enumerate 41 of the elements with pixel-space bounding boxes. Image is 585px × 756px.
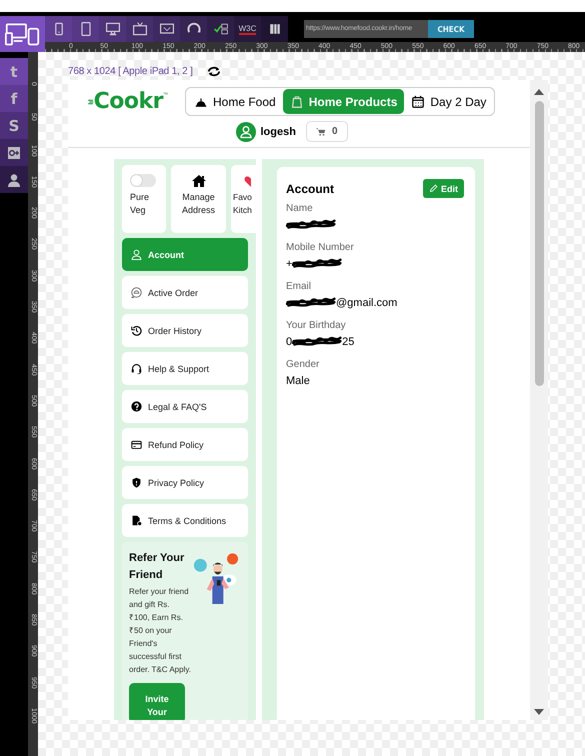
quick-card[interactable]: Manage Address — [171, 165, 226, 233]
card-label: Favo Kitch — [233, 191, 253, 217]
cart-button[interactable]: 0 — [306, 121, 348, 142]
field-value: @gmail.com — [336, 297, 398, 309]
field-value: 0 — [286, 336, 292, 348]
menu-item[interactable]: Refund Policy — [122, 428, 248, 461]
nav-tab[interactable]: Day 2 Day — [404, 89, 494, 114]
field-label: Your Birthday — [286, 319, 347, 333]
refer-text: Refer your friend and gift Rs. ₹100, Earn Rs. ₹50 on your Friend's successful first order. T&C Apply. — [129, 586, 191, 676]
menu-item[interactable]: Terms & Conditions — [122, 504, 248, 537]
field-label: Gender — [286, 358, 320, 372]
edit-button[interactable]: Edit — [423, 179, 464, 198]
quick-card[interactable]: Pure Veg — [122, 165, 166, 233]
social-button[interactable]: f — [0, 85, 28, 112]
user-name[interactable]: logesh — [260, 126, 296, 138]
social-button[interactable]: S — [0, 112, 28, 139]
account-title: Account — [286, 182, 334, 196]
logo-text[interactable]: Cookr — [94, 89, 163, 114]
menu-item[interactable]: Legal & FAQ'S — [122, 390, 248, 423]
menu-item[interactable]: Help & Support — [122, 352, 248, 385]
field-label: Name — [286, 202, 314, 216]
device-size-label: 768 x 1024 [ Apple iPad 1, 2 ] — [68, 66, 193, 77]
field-label: Mobile Number — [286, 241, 355, 255]
field-value: 25 — [342, 336, 354, 348]
card-label: Pure Veg — [130, 191, 150, 217]
menu-item[interactable]: Privacy Policy — [122, 466, 248, 499]
nav-tab[interactable]: Home Products — [282, 89, 404, 114]
field-value: Male — [286, 375, 310, 387]
nav-tab[interactable]: Home Food — [187, 89, 283, 114]
check-button[interactable]: CHECK — [428, 20, 474, 38]
invite-button[interactable]: Invite Your — [129, 683, 185, 720]
menu-item[interactable]: Account — [122, 238, 248, 271]
field-label: Email — [286, 280, 312, 294]
quick-card[interactable]: Favo Kitch — [231, 165, 256, 233]
refer-title: Refer Your Friend — [129, 551, 186, 583]
social-button[interactable]: t — [0, 58, 28, 85]
menu-item[interactable]: Order History — [122, 314, 248, 347]
field-value: + — [286, 258, 292, 270]
w3c-button[interactable]: W3C — [234, 16, 261, 42]
menu-item[interactable]: Active Order — [122, 276, 248, 309]
card-label: Manage Address — [180, 191, 216, 217]
